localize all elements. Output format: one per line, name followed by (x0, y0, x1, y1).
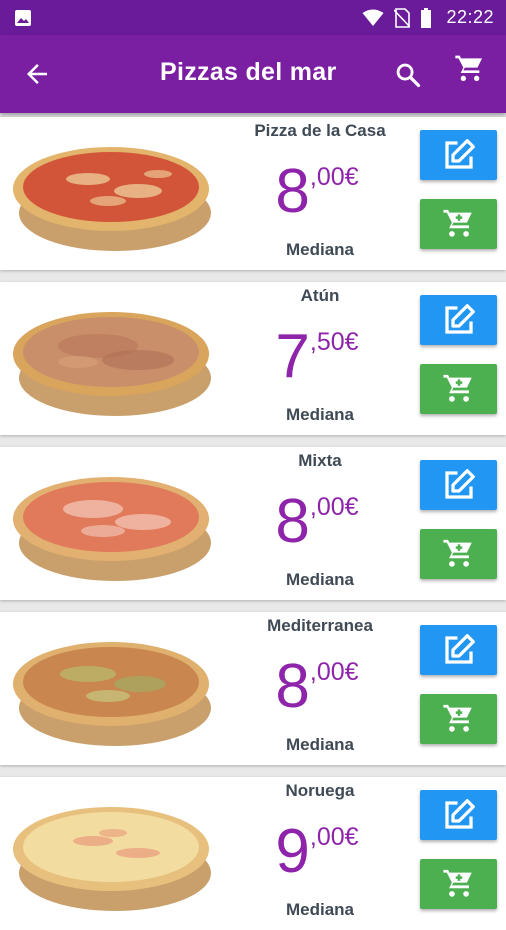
pizza-image (13, 312, 211, 416)
clock: 22:22 (446, 7, 494, 27)
product-name: Mixta (298, 451, 342, 470)
product-price: 7,50€ (232, 322, 402, 392)
add-to-cart-icon (442, 704, 472, 732)
product-price: 8,00€ (232, 487, 402, 557)
price-decimal: ,00€ (309, 823, 359, 851)
product-size: Mediana (285, 570, 355, 589)
pizza-image (13, 147, 211, 251)
product-size: Mediana (285, 735, 355, 754)
pizza-image (13, 642, 211, 746)
price-integer: 8 (275, 157, 310, 226)
list-item[interactable]: Mixta 8,00€ Mediana (0, 447, 506, 600)
edit-icon (444, 139, 475, 169)
product-price: 8,00€ (232, 157, 402, 227)
add-to-cart-icon (442, 209, 472, 237)
no-sim-icon (394, 7, 411, 28)
shopping-cart-icon[interactable] (454, 53, 486, 85)
edit-icon (444, 469, 475, 499)
add-to-cart-icon (442, 539, 472, 567)
list-item[interactable]: Atún 7,50€ Mediana (0, 282, 506, 435)
price-integer: 7 (275, 322, 310, 391)
product-size: Mediana (285, 240, 355, 259)
page-title: Pizzas del mar (160, 58, 337, 86)
add-to-cart-icon (442, 374, 472, 402)
product-name: Atún (300, 286, 340, 305)
battery-icon (421, 7, 432, 28)
edit-button[interactable] (420, 790, 497, 840)
price-decimal: ,00€ (309, 658, 359, 686)
list-item[interactable]: Mediterranea 8,00€ Mediana (0, 612, 506, 765)
add-to-cart-button[interactable] (420, 859, 497, 909)
product-price: 9,00€ (232, 817, 402, 887)
add-to-cart-button[interactable] (420, 364, 497, 414)
edit-button[interactable] (420, 295, 497, 345)
product-price: 8,00€ (232, 652, 402, 722)
edit-button[interactable] (420, 625, 497, 675)
edit-icon (444, 799, 475, 829)
product-name: Pizza de la Casa (254, 121, 386, 140)
add-to-cart-icon (442, 869, 472, 897)
image-notification-icon (15, 10, 31, 26)
status-bar: 22:22 (0, 0, 506, 35)
pizza-image (13, 477, 211, 581)
search-icon[interactable] (394, 61, 422, 89)
price-decimal: ,50€ (309, 328, 359, 356)
price-integer: 8 (275, 487, 310, 556)
product-name: Noruega (285, 781, 355, 800)
product-size: Mediana (285, 405, 355, 424)
wifi-icon (362, 9, 384, 26)
product-size: Mediana (285, 900, 355, 919)
edit-icon (444, 634, 475, 664)
add-to-cart-button[interactable] (420, 694, 497, 744)
arrow-back-icon[interactable] (22, 59, 52, 89)
list-item[interactable]: Pizza de la Casa 8,00€ Mediana (0, 117, 506, 270)
product-name: Mediterranea (267, 616, 373, 635)
price-decimal: ,00€ (309, 163, 359, 191)
edit-button[interactable] (420, 460, 497, 510)
edit-button[interactable] (420, 130, 497, 180)
add-to-cart-button[interactable] (420, 199, 497, 249)
price-integer: 9 (275, 817, 310, 886)
price-integer: 8 (275, 652, 310, 721)
edit-icon (444, 304, 475, 334)
list-item[interactable]: Noruega 9,00€ Mediana (0, 777, 506, 930)
app-bar: Pizzas del mar (0, 35, 506, 113)
price-decimal: ,00€ (309, 493, 359, 521)
add-to-cart-button[interactable] (420, 529, 497, 579)
